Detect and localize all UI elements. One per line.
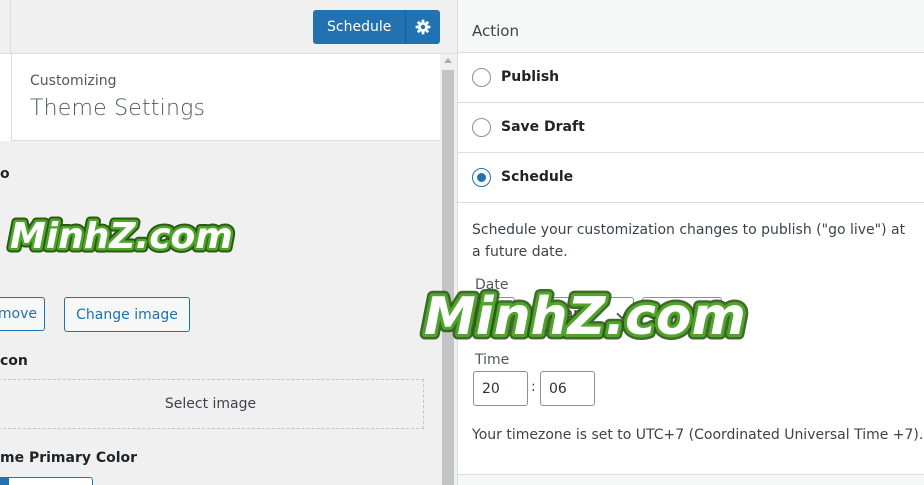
- header-divider: [10, 0, 11, 54]
- radio-selected-dot: [477, 173, 486, 182]
- scrollbar-thumb[interactable]: [442, 70, 454, 485]
- save-draft-label: Save Draft: [501, 119, 585, 135]
- action-header: Action: [458, 0, 924, 53]
- date-month-input[interactable]: 02: [475, 297, 515, 331]
- date-label: Date: [475, 277, 509, 293]
- time-label: Time: [475, 352, 510, 368]
- customizer-header: Schedule: [0, 0, 457, 54]
- gear-icon: [415, 19, 431, 35]
- logo-control-heading: o: [0, 166, 10, 182]
- select-image-button[interactable]: Select image: [0, 379, 424, 429]
- publish-settings-toggle[interactable]: [405, 10, 441, 44]
- remove-image-button[interactable]: move: [0, 297, 45, 331]
- primary-color-heading: me Primary Color: [0, 450, 138, 466]
- change-image-button[interactable]: Change image: [64, 297, 190, 332]
- schedule-button[interactable]: Schedule: [313, 10, 406, 44]
- scroll-up-arrow-icon[interactable]: [444, 58, 452, 63]
- timezone-note: Your timezone is set to UTC+7 (Coordinat…: [472, 427, 924, 443]
- schedule-label: Schedule: [501, 169, 574, 185]
- time-separator: :: [531, 379, 536, 395]
- publish-button-group: Schedule: [313, 10, 441, 44]
- schedule-description: Schedule your customization changes to p…: [472, 222, 906, 260]
- option-publish[interactable]: Publish: [458, 53, 924, 103]
- date-year-input[interactable]: 2020: [642, 297, 722, 331]
- option-save-draft[interactable]: Save Draft: [458, 103, 924, 153]
- section-title: Theme Settings: [30, 96, 206, 121]
- primary-color-picker[interactable]: [0, 477, 93, 485]
- save-draft-radio[interactable]: [472, 118, 491, 137]
- customizer-controls-pane: Schedule Customizing Theme Settings o Mi…: [0, 0, 457, 485]
- publish-radio[interactable]: [472, 68, 491, 87]
- publish-settings-pane: Action Publish Save Draft Schedule Sched…: [457, 0, 924, 485]
- primary-color-swatch: [0, 478, 9, 485]
- schedule-radio[interactable]: [472, 168, 491, 187]
- site-logo-preview: MinhZ.com MinhZ.com MinhZ.com: [6, 212, 236, 261]
- pane-footer-divider: [458, 474, 924, 485]
- time-minute-input[interactable]: 06: [540, 371, 595, 406]
- action-title: Action: [472, 22, 519, 40]
- back-button[interactable]: [0, 54, 12, 141]
- section-header: Customizing Theme Settings: [0, 54, 440, 141]
- customizing-label: Customizing: [30, 73, 117, 89]
- option-schedule[interactable]: Schedule: [458, 153, 924, 203]
- logo-text: MinhZ.com: [10, 216, 233, 257]
- publish-label: Publish: [501, 69, 560, 85]
- time-hour-input[interactable]: 20: [473, 371, 528, 406]
- site-icon-heading: con: [0, 353, 28, 369]
